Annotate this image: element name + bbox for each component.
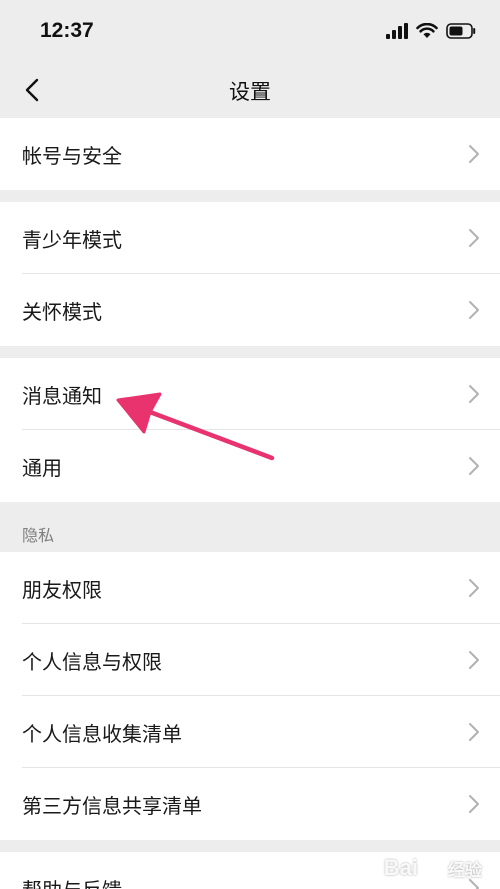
battery-icon bbox=[446, 23, 476, 39]
chevron-right-icon bbox=[469, 651, 479, 669]
chevron-right-icon bbox=[469, 229, 479, 247]
row-label: 个人信息与权限 bbox=[22, 649, 162, 674]
settings-row-general[interactable]: 通用 bbox=[0, 430, 500, 502]
chevron-right-icon bbox=[469, 301, 479, 319]
settings-group-modes: 青少年模式 关怀模式 bbox=[0, 202, 500, 346]
signal-icon bbox=[386, 23, 408, 39]
settings-row-care-mode[interactable]: 关怀模式 bbox=[0, 274, 500, 346]
row-label: 关怀模式 bbox=[22, 299, 102, 324]
watermark: Bai 经验 bbox=[384, 855, 482, 881]
status-bar: 12:37 bbox=[0, 0, 500, 62]
chevron-right-icon bbox=[469, 723, 479, 741]
section-label: 隐私 bbox=[22, 526, 55, 545]
wifi-icon bbox=[416, 23, 438, 38]
settings-list: 帐号与安全 青少年模式 关怀模式 消息通知 通用 隐私 朋友权限 个人信息与权限… bbox=[0, 118, 500, 889]
group-gap bbox=[0, 346, 500, 358]
settings-row-account-security[interactable]: 帐号与安全 bbox=[0, 118, 500, 190]
row-label: 帐号与安全 bbox=[22, 143, 122, 168]
paw-icon bbox=[423, 858, 443, 877]
row-label: 朋友权限 bbox=[22, 577, 102, 602]
row-label: 帮助与反馈 bbox=[22, 874, 122, 889]
group-gap bbox=[0, 190, 500, 202]
nav-bar: 设置 bbox=[0, 62, 500, 118]
status-time: 12:37 bbox=[40, 19, 94, 42]
chevron-right-icon bbox=[469, 385, 479, 403]
chevron-right-icon bbox=[469, 579, 479, 597]
row-label: 第三方信息共享清单 bbox=[22, 793, 202, 818]
status-icons bbox=[386, 20, 476, 42]
row-label: 个人信息收集清单 bbox=[22, 721, 182, 746]
row-label: 青少年模式 bbox=[22, 227, 122, 252]
row-label: 消息通知 bbox=[22, 383, 102, 408]
watermark-suffix: 经验 bbox=[448, 860, 482, 880]
settings-row-friend-permissions[interactable]: 朋友权限 bbox=[0, 552, 500, 624]
chevron-right-icon bbox=[469, 795, 479, 813]
settings-group-privacy: 朋友权限 个人信息与权限 个人信息收集清单 第三方信息共享清单 bbox=[0, 552, 500, 840]
settings-row-personal-info-collection[interactable]: 个人信息收集清单 bbox=[0, 696, 500, 768]
settings-group-general: 消息通知 通用 bbox=[0, 358, 500, 502]
settings-row-third-party-sharing[interactable]: 第三方信息共享清单 bbox=[0, 768, 500, 840]
chevron-right-icon bbox=[469, 457, 479, 475]
chevron-right-icon bbox=[469, 145, 479, 163]
privacy-section-header: 隐私 bbox=[0, 502, 500, 552]
row-label: 通用 bbox=[22, 455, 62, 480]
group-gap bbox=[0, 840, 500, 852]
settings-row-personal-info-permissions[interactable]: 个人信息与权限 bbox=[0, 624, 500, 696]
settings-group-account: 帐号与安全 bbox=[0, 118, 500, 190]
page-title: 设置 bbox=[229, 80, 271, 104]
settings-row-teen-mode[interactable]: 青少年模式 bbox=[0, 202, 500, 274]
settings-row-notifications[interactable]: 消息通知 bbox=[0, 358, 500, 430]
watermark-brand: Bai bbox=[383, 855, 418, 880]
